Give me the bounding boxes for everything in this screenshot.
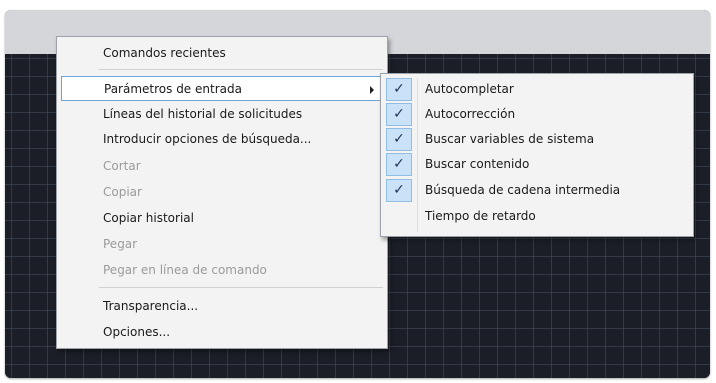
menu-item-paste-to-command-line: Pegar en línea de comando xyxy=(57,258,387,283)
menu-item-label: Introducir opciones de búsqueda... xyxy=(103,132,312,146)
menu-separator xyxy=(99,287,383,288)
menu-item-history-lines[interactable]: Líneas del historial de solicitudes xyxy=(57,102,387,127)
submenu-item-autocomplete[interactable]: ✓ Autocompletar xyxy=(381,77,693,102)
submenu-item-label: Autocorrección xyxy=(425,107,516,121)
screenshot-frame: Comandos recientes Parámetros de entrada… xyxy=(0,0,716,383)
menu-separator xyxy=(99,69,383,70)
menu-item-paste: Pegar xyxy=(57,232,387,257)
menu-item-copy-history[interactable]: Copiar historial xyxy=(57,206,387,231)
menu-item-label: Opciones... xyxy=(103,325,171,339)
context-menu: Comandos recientes Parámetros de entrada… xyxy=(56,36,388,349)
menu-item-label: Pegar xyxy=(103,237,138,251)
submenu-item-label: Tiempo de retardo xyxy=(425,209,536,223)
menu-item-label: Líneas del historial de solicitudes xyxy=(103,107,303,121)
checkmark-icon: ✓ xyxy=(386,128,412,151)
submenu-item-label: Búsqueda de cadena intermedia xyxy=(425,183,621,197)
menu-item-label: Pegar en línea de comando xyxy=(103,263,267,277)
submenu-item-search-system-variables[interactable]: ✓ Buscar variables de sistema xyxy=(381,127,693,152)
menu-item-recent-commands[interactable]: Comandos recientes xyxy=(57,41,387,66)
submenu-item-mid-string-search[interactable]: ✓ Búsqueda de cadena intermedia xyxy=(381,178,693,203)
menu-item-options[interactable]: Opciones... xyxy=(57,320,387,345)
menu-item-input-settings[interactable]: Parámetros de entrada xyxy=(61,76,383,101)
menu-item-transparency[interactable]: Transparencia... xyxy=(57,294,387,319)
menu-item-search-options[interactable]: Introducir opciones de búsqueda... xyxy=(57,127,387,152)
menu-item-label: Copiar historial xyxy=(103,211,194,225)
checkmark-icon: ✓ xyxy=(386,103,412,126)
input-settings-submenu: ✓ Autocompletar ✓ Autocorrección ✓ Busca… xyxy=(380,73,694,237)
menu-item-label: Transparencia... xyxy=(103,299,199,313)
submenu-item-label: Autocompletar xyxy=(425,82,514,96)
menu-item-label: Comandos recientes xyxy=(103,46,226,60)
menu-item-label: Copiar xyxy=(103,185,142,199)
menu-item-label: Parámetros de entrada xyxy=(104,82,242,96)
menu-item-label: Cortar xyxy=(103,159,141,173)
menu-item-cut: Cortar xyxy=(57,154,387,179)
submenu-item-search-content[interactable]: ✓ Buscar contenido xyxy=(381,152,693,177)
submenu-item-autocorrect[interactable]: ✓ Autocorrección xyxy=(381,102,693,127)
submenu-item-delay-time[interactable]: Tiempo de retardo xyxy=(381,204,693,229)
checkmark-icon: ✓ xyxy=(386,179,412,202)
checkmark-icon: ✓ xyxy=(386,78,412,101)
submenu-item-label: Buscar contenido xyxy=(425,157,530,171)
submenu-item-label: Buscar variables de sistema xyxy=(425,132,595,146)
checkmark-icon: ✓ xyxy=(386,153,412,176)
submenu-arrow-icon xyxy=(370,86,374,94)
menu-item-copy: Copiar xyxy=(57,180,387,205)
